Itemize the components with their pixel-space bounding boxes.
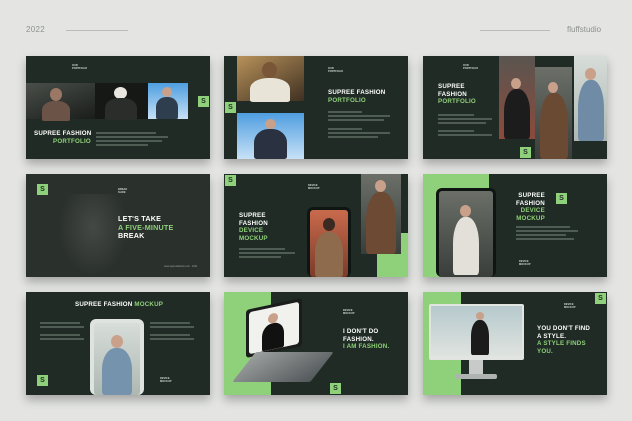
slide-tag: OUR PORTFOLIO: [328, 67, 344, 74]
slide-title: SUPREE FASHION PORTFOLIO: [34, 130, 92, 145]
phone-mockup-icon: [307, 207, 351, 277]
s-logo-icon: S: [225, 175, 236, 186]
phone-mockup-icon: [436, 188, 496, 277]
photo-2: [95, 83, 148, 120]
s-logo-icon: S: [37, 375, 48, 386]
slide-footer: www.supreefashion.com · 2021: [164, 265, 198, 268]
s-logo-icon: S: [595, 293, 606, 304]
slide-title: SUPREE FASHION DEVICE MOCKUP: [516, 192, 545, 222]
slide-title: SUPREE FASHION MOCKUP: [75, 301, 164, 308]
photo-denim: [574, 56, 607, 141]
slide-mockup[interactable]: SUPREE FASHION MOCKUP S DEVICE MOCKUP: [26, 292, 210, 395]
monitor-mockup-icon: [429, 304, 524, 386]
slide-title: SUPREE FASHION PORTFOLIO: [328, 89, 386, 104]
photo-3: [148, 83, 188, 119]
photo-sky: [237, 113, 304, 159]
slide-title: YOU DON'T FIND A STYLE. A STYLE FINDS YOU.: [537, 325, 591, 355]
slide-tag: DEVICE MOCKUP: [160, 377, 172, 384]
photo-jacket: [361, 174, 401, 254]
s-logo-icon: S: [556, 193, 567, 204]
slide-tag: DEVICE MOCKUP: [308, 184, 320, 191]
header-rule-right: [480, 30, 550, 31]
slide-quote-1[interactable]: DEVICE MOCKUP I DON'T DO FASHION. I AM FASH…: [224, 292, 408, 395]
header-year: 2022: [26, 25, 45, 34]
s-logo-icon: S: [225, 102, 236, 113]
s-logo-icon: S: [37, 184, 48, 195]
slide-tag: DEVICE MOCKUP: [343, 309, 355, 316]
s-logo-icon: S: [330, 383, 341, 394]
slide-tag: OUR PORTFOLIO: [72, 64, 88, 71]
slide-tag: BREAK SLIDE: [118, 188, 128, 195]
slide-portfolio-1[interactable]: OUR PORTFOLIO S SUPREE FASHION PORTFOLIO: [26, 56, 210, 159]
phone-mockup-icon: [90, 319, 144, 395]
header-brand: fluffstudio: [567, 25, 602, 34]
slide-device-2[interactable]: SUPREE FASHION DEVICE MOCKUP S DEVICE MOCKUP: [423, 174, 607, 277]
slide-portfolio-2[interactable]: S OUR PORTFOLIO SUPREE FASHION PORTFOLIO: [224, 56, 408, 159]
laptop-mockup-icon: [232, 298, 334, 390]
slide-title: I DON'T DO FASHION. I AM FASHION.: [343, 328, 390, 351]
slide-portfolio-3[interactable]: OUR PORTFOLIO SUPREE FASHION PORTFOLIO S: [423, 56, 607, 159]
photo-1: [26, 83, 95, 121]
slide-tag: OUR PORTFOLIO: [463, 64, 479, 71]
photo-rapper: [237, 56, 304, 102]
slide-tag: DEVICE MOCKUP: [519, 260, 531, 267]
photo-leather: [499, 56, 535, 139]
slide-title: SUPREE FASHION DEVICE MOCKUP: [239, 212, 268, 242]
header-rule-left: [66, 30, 128, 31]
s-logo-icon: S: [198, 96, 209, 107]
slide-title: SUPREE FASHION PORTFOLIO: [438, 83, 476, 106]
slide-title: LET'S TAKE A FIVE-MINUTE BREAK: [118, 214, 174, 241]
slide-tag: DEVICE MOCKUP: [564, 303, 576, 310]
slide-device-1[interactable]: S DEVICE MOCKUP SUPREE FASHION DEVICE MOCKUP: [224, 174, 408, 277]
s-logo-icon: S: [520, 147, 531, 158]
slide-break[interactable]: S BREAK SLIDE LET'S TAKE A FIVE-MINUTE BREA…: [26, 174, 210, 277]
slide-quote-2[interactable]: DEVICE MOCKUP S YOU DON'T FIND A STYLE. A S…: [423, 292, 607, 395]
photo-jacket: [535, 67, 572, 159]
